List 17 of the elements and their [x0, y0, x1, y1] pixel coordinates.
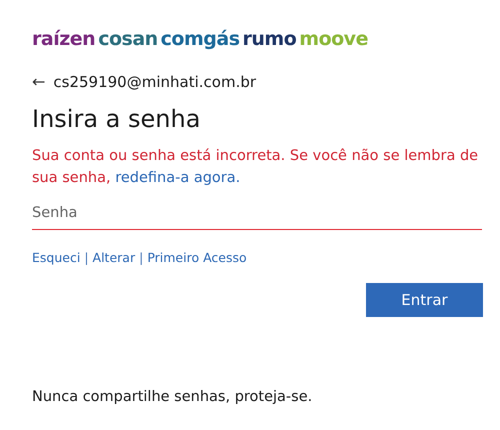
- brand-logo: cosan: [98, 28, 158, 50]
- brand-logo: moove: [299, 28, 368, 50]
- back-arrow[interactable]: ←: [32, 72, 46, 91]
- reset-link[interactable]: redefina-a agora.: [115, 170, 240, 186]
- page-title: Insira a senha: [32, 105, 202, 133]
- account-email: cs259190@minhati.com.br: [53, 72, 256, 90]
- help-link[interactable]: Primeiro Acesso: [147, 250, 247, 265]
- sign-in-button[interactable]: Entrar: [366, 283, 483, 317]
- separator: |: [139, 250, 144, 265]
- error-message: Sua conta ou senha está incorreta. Se você não se lembra de sua senha, redefina-a agora.: [32, 147, 480, 188]
- separator: |: [84, 250, 89, 265]
- help-link[interactable]: Alterar: [92, 250, 136, 265]
- brand-logo: comgás: [160, 28, 240, 50]
- brand-logo: rumo: [242, 28, 296, 50]
- help-link[interactable]: Esqueci: [32, 250, 80, 265]
- security-tip: Nunca compartilhe senhas, proteja-se.: [32, 389, 314, 405]
- brand-logo: raízen: [32, 28, 96, 50]
